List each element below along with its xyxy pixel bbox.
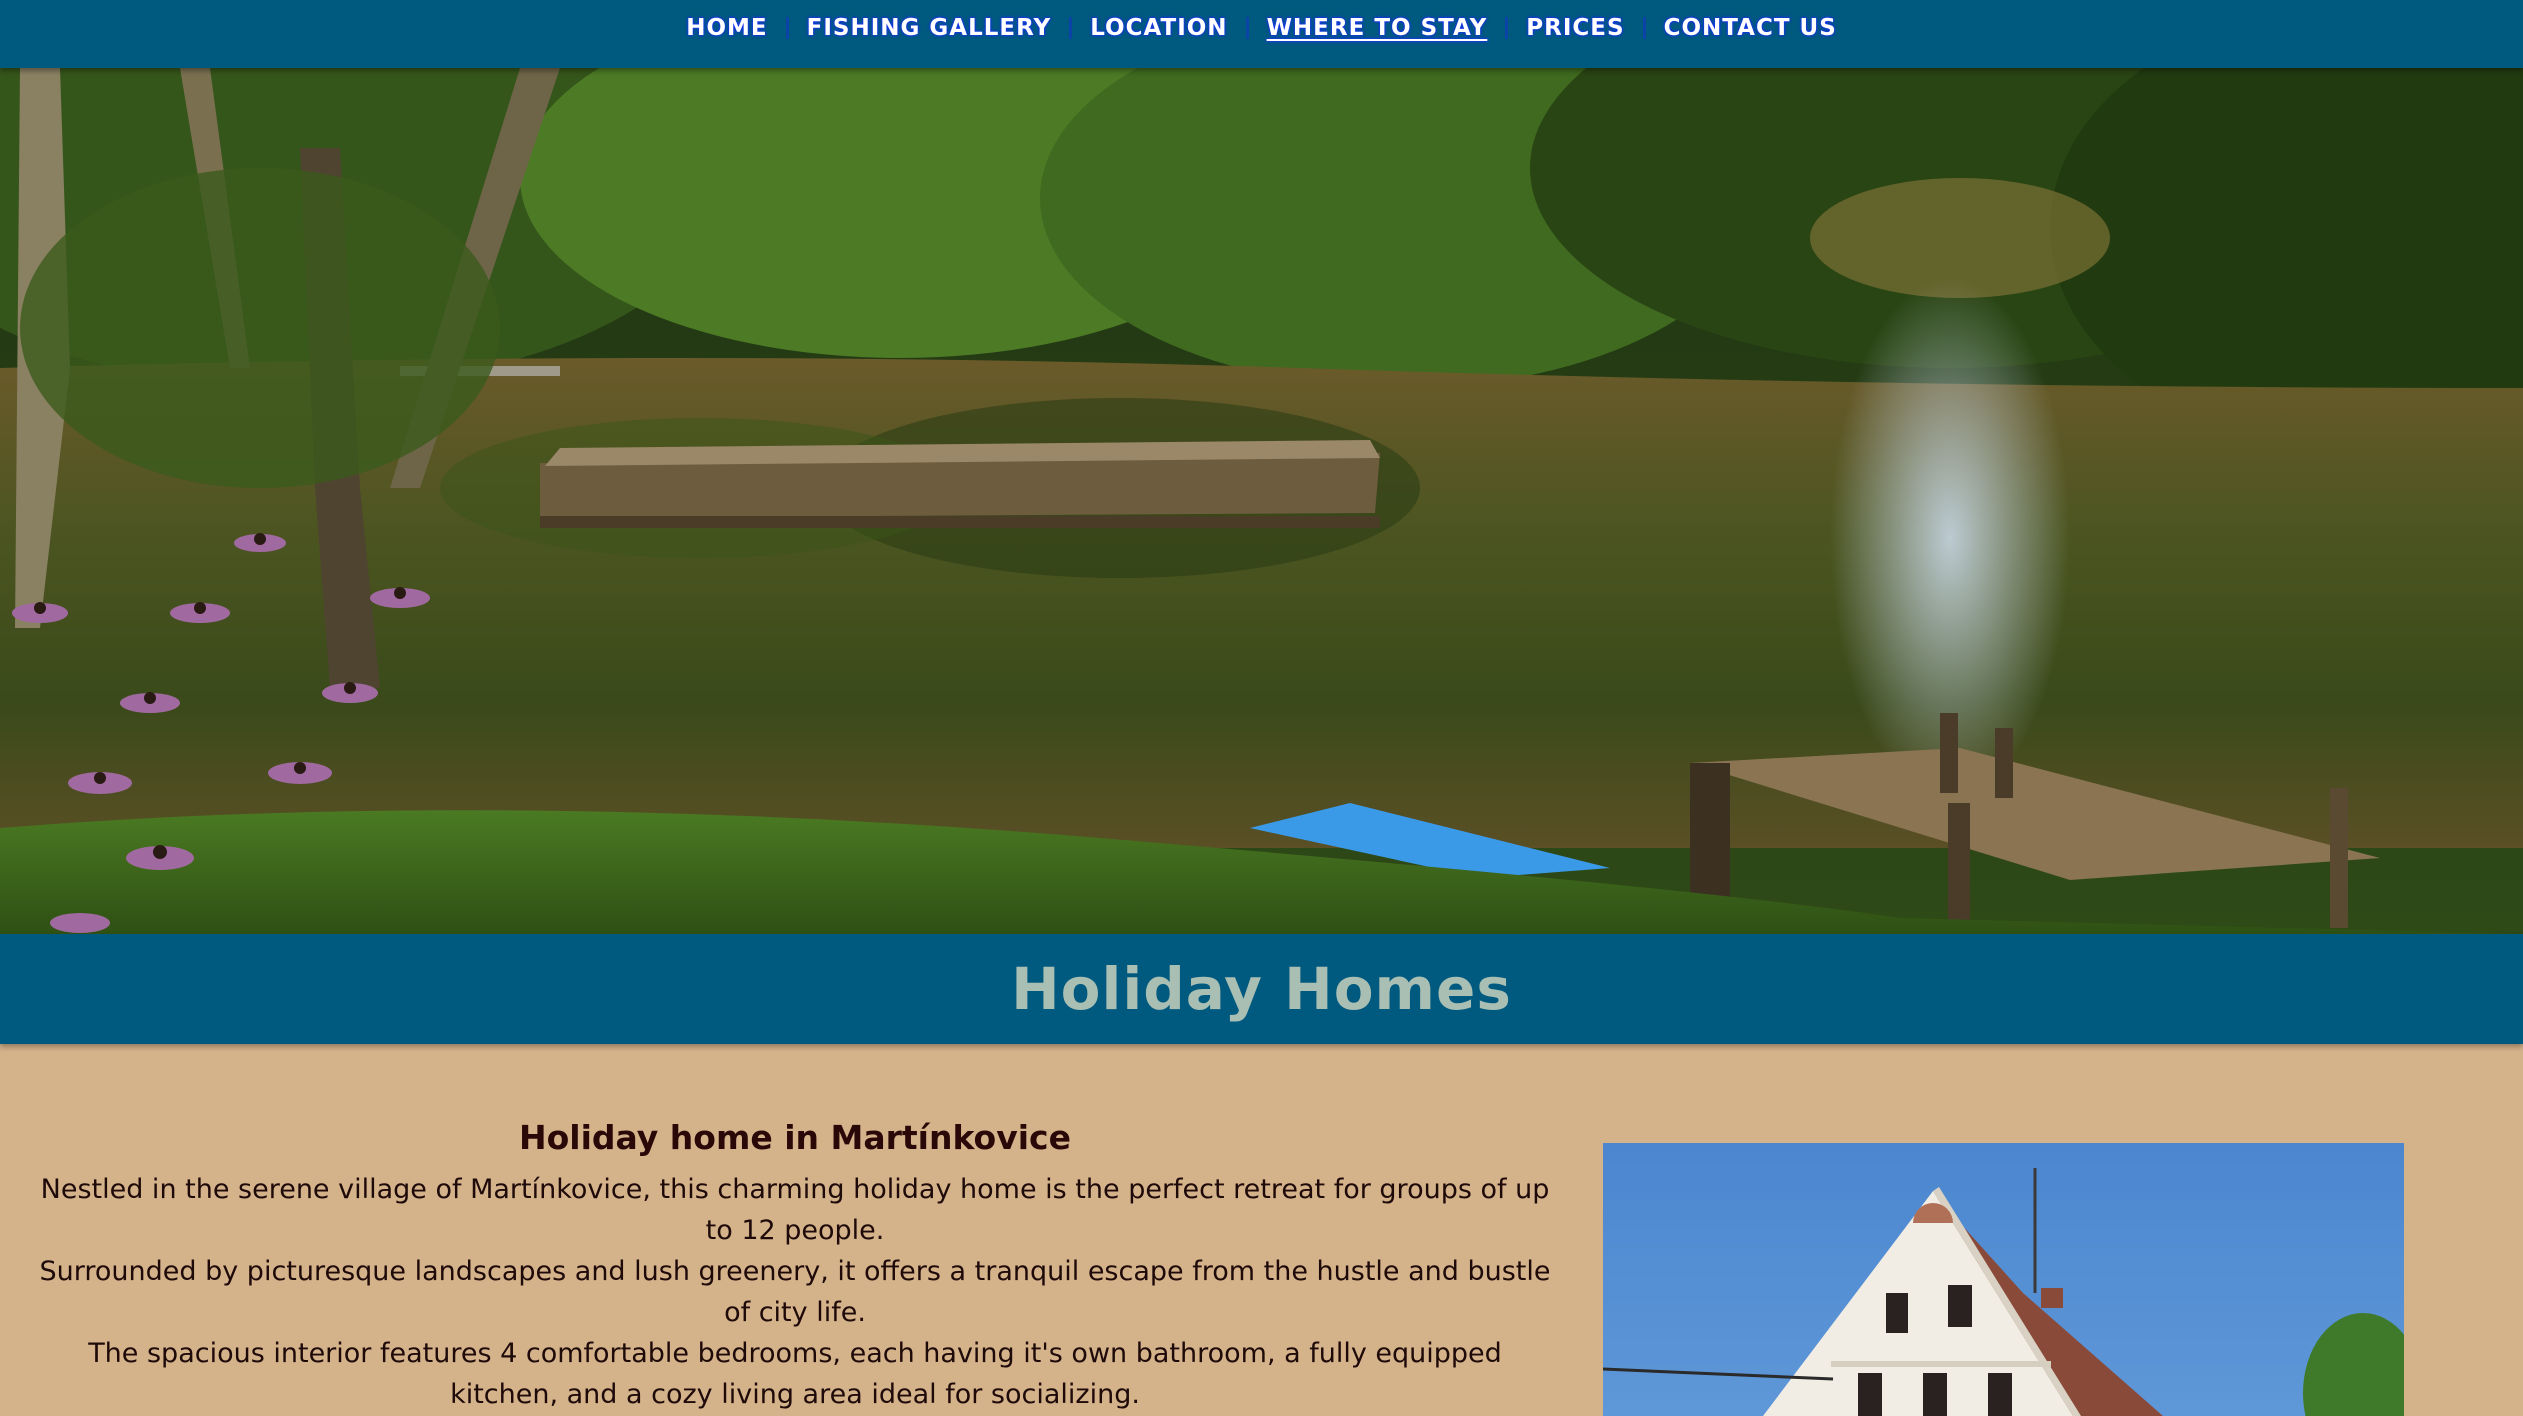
nav-separator	[1642, 17, 1646, 39]
nav-home[interactable]: HOME	[668, 15, 785, 41]
hero-image	[0, 68, 2523, 934]
nav-prices[interactable]: PRICES	[1508, 15, 1642, 41]
nav-fishing-gallery[interactable]: FISHING GALLERY	[789, 15, 1070, 41]
main-content: Holiday home in Martínkovice Nestled in …	[30, 1118, 1560, 1415]
nav-separator	[785, 17, 789, 39]
nav-separator	[1505, 17, 1509, 39]
page-title: Holiday Homes	[1011, 955, 1512, 1023]
house-illustration	[1603, 1143, 2404, 1416]
nav-contact-us[interactable]: CONTACT US	[1646, 15, 1855, 41]
pond-scene-illustration	[0, 68, 2523, 934]
nav-separator	[1245, 17, 1249, 39]
holiday-home-photo	[1603, 1143, 2404, 1416]
paragraph-surroundings: Surrounded by picturesque landscapes and…	[39, 1256, 1551, 1328]
nav-separator	[1069, 17, 1073, 39]
top-navigation: HOME FISHING GALLERY LOCATION WHERE TO S…	[0, 0, 2523, 68]
section-heading: Holiday home in Martínkovice	[519, 1118, 1071, 1157]
nav-where-to-stay[interactable]: WHERE TO STAY	[1249, 15, 1506, 41]
paragraph-intro: Nestled in the serene village of Martínk…	[40, 1174, 1550, 1246]
paragraph-interior: The spacious interior features 4 comfort…	[88, 1338, 1502, 1410]
nav-location[interactable]: LOCATION	[1072, 15, 1245, 41]
nav-menu: HOME FISHING GALLERY LOCATION WHERE TO S…	[0, 0, 2523, 56]
page-title-banner: Holiday Homes	[0, 934, 2523, 1044]
